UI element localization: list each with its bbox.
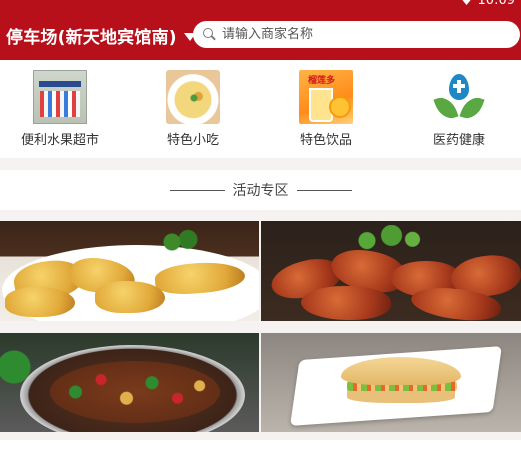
category-label: 特色小吃 <box>166 133 219 148</box>
category-row: 便利水果超市 特色小吃 榴莲多 特色饮品 医药健康 <box>0 60 521 158</box>
signal-icon <box>461 0 472 5</box>
section-header: 活动专区 <box>0 170 521 210</box>
status-time: 10:09 <box>477 0 515 8</box>
category-medical[interactable]: 医药健康 <box>407 70 511 148</box>
promo-tile-chinese-burger[interactable] <box>261 333 521 432</box>
divider-left <box>169 189 225 191</box>
search-input[interactable] <box>222 27 502 42</box>
category-drinks[interactable]: 榴莲多 特色饮品 <box>274 70 378 148</box>
status-bar: 10:09 <box>461 0 515 8</box>
drink-badge: 榴莲多 <box>308 76 336 86</box>
category-label: 医药健康 <box>432 133 485 148</box>
location-selector[interactable]: 停车场(新天地宾馆南) <box>6 23 196 48</box>
divider-right <box>296 189 352 191</box>
promo-tile-spicy-shrimp[interactable] <box>261 221 521 321</box>
category-label: 便利水果超市 <box>20 133 99 148</box>
top-header: 10:09 停车场(新天地宾馆南) <box>0 0 521 60</box>
category-label: 特色饮品 <box>299 133 352 148</box>
convenience-store-icon <box>33 70 87 124</box>
location-label: 停车场(新天地宾馆南) <box>6 28 177 48</box>
app-screen: 10:09 停车场(新天地宾馆南) 便利水果超市 特色小吃 榴莲多 特色饮品 <box>0 0 521 450</box>
bottom-strip <box>0 440 521 450</box>
section-title: 活动专区 <box>232 183 289 199</box>
promo-tile-stir-fry[interactable] <box>0 333 259 432</box>
promo-grid <box>0 221 521 432</box>
promo-tile-fried-chicken[interactable] <box>0 221 259 321</box>
category-convenience-store[interactable]: 便利水果超市 <box>8 70 112 148</box>
snack-dish-icon <box>166 70 220 124</box>
drink-icon: 榴莲多 <box>299 70 353 124</box>
medical-drop-icon <box>432 70 486 124</box>
search-bar[interactable] <box>193 21 520 48</box>
category-snacks[interactable]: 特色小吃 <box>141 70 245 148</box>
search-icon <box>203 28 216 41</box>
